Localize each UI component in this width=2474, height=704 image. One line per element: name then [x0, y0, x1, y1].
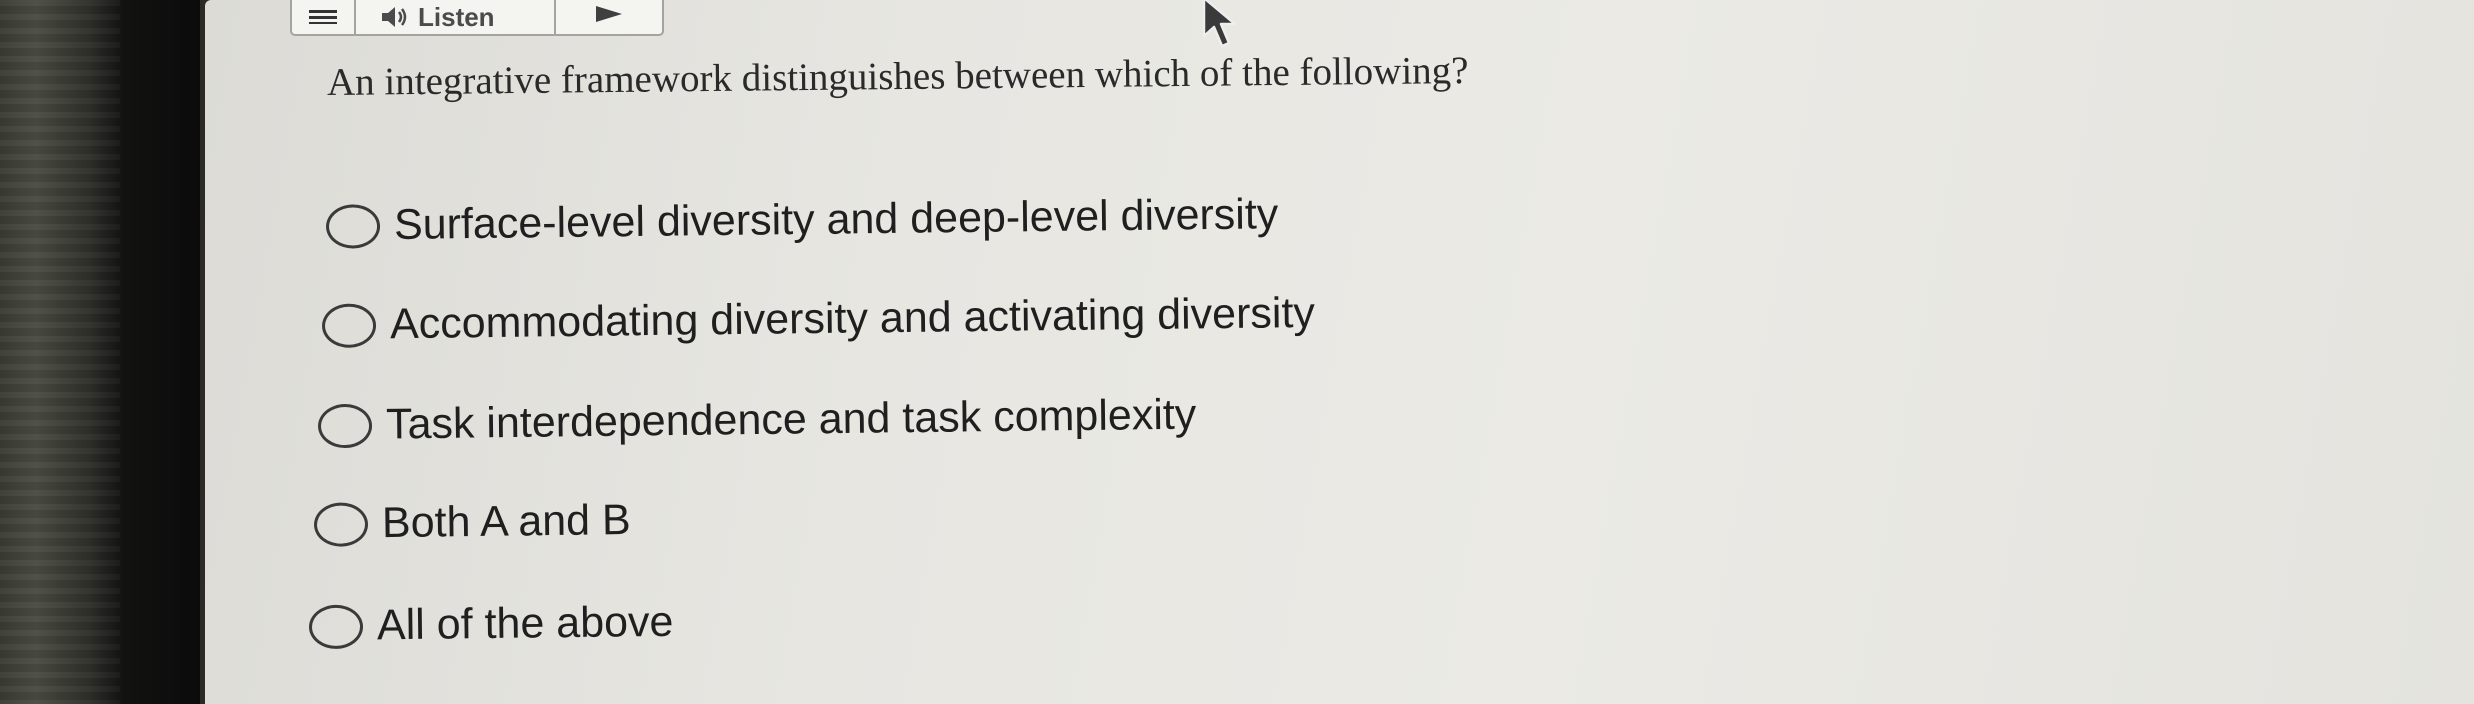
radio-button-a[interactable]: [325, 203, 381, 249]
radio-button-b[interactable]: [321, 302, 377, 348]
option-e-label: All of the above: [376, 597, 674, 650]
question-text: An integrative framework distinguishes b…: [326, 49, 1469, 104]
quiz-screen: Listen An integrative framework distingu…: [205, 0, 2474, 704]
menu-button[interactable]: [292, 0, 356, 34]
option-c-label: Task interdependence and task complexity: [385, 390, 1197, 449]
option-d-label: Both A and B: [381, 496, 631, 548]
play-button[interactable]: [556, 0, 662, 34]
listen-button[interactable]: Listen: [356, 0, 556, 34]
monitor-bezel: [0, 0, 200, 704]
read-aloud-toolbar: Listen: [290, 0, 664, 36]
option-c[interactable]: Task interdependence and task complexity: [317, 390, 1197, 451]
option-e[interactable]: All of the above: [308, 597, 674, 651]
option-a[interactable]: Surface-level diversity and deep-level d…: [325, 190, 1279, 251]
hamburger-menu-icon: [309, 10, 337, 24]
play-icon: [596, 6, 622, 22]
option-d[interactable]: Both A and B: [313, 496, 631, 549]
speaker-icon: [380, 4, 410, 30]
listen-label: Listen: [418, 2, 495, 32]
option-a-label: Surface-level diversity and deep-level d…: [393, 190, 1279, 249]
option-b[interactable]: Accommodating diversity and activating d…: [321, 288, 1316, 350]
mouse-cursor-icon: [1202, 0, 1237, 48]
option-b-label: Accommodating diversity and activating d…: [389, 288, 1316, 349]
radio-button-e[interactable]: [308, 604, 364, 649]
radio-button-d[interactable]: [313, 501, 369, 547]
radio-button-c[interactable]: [317, 403, 373, 448]
